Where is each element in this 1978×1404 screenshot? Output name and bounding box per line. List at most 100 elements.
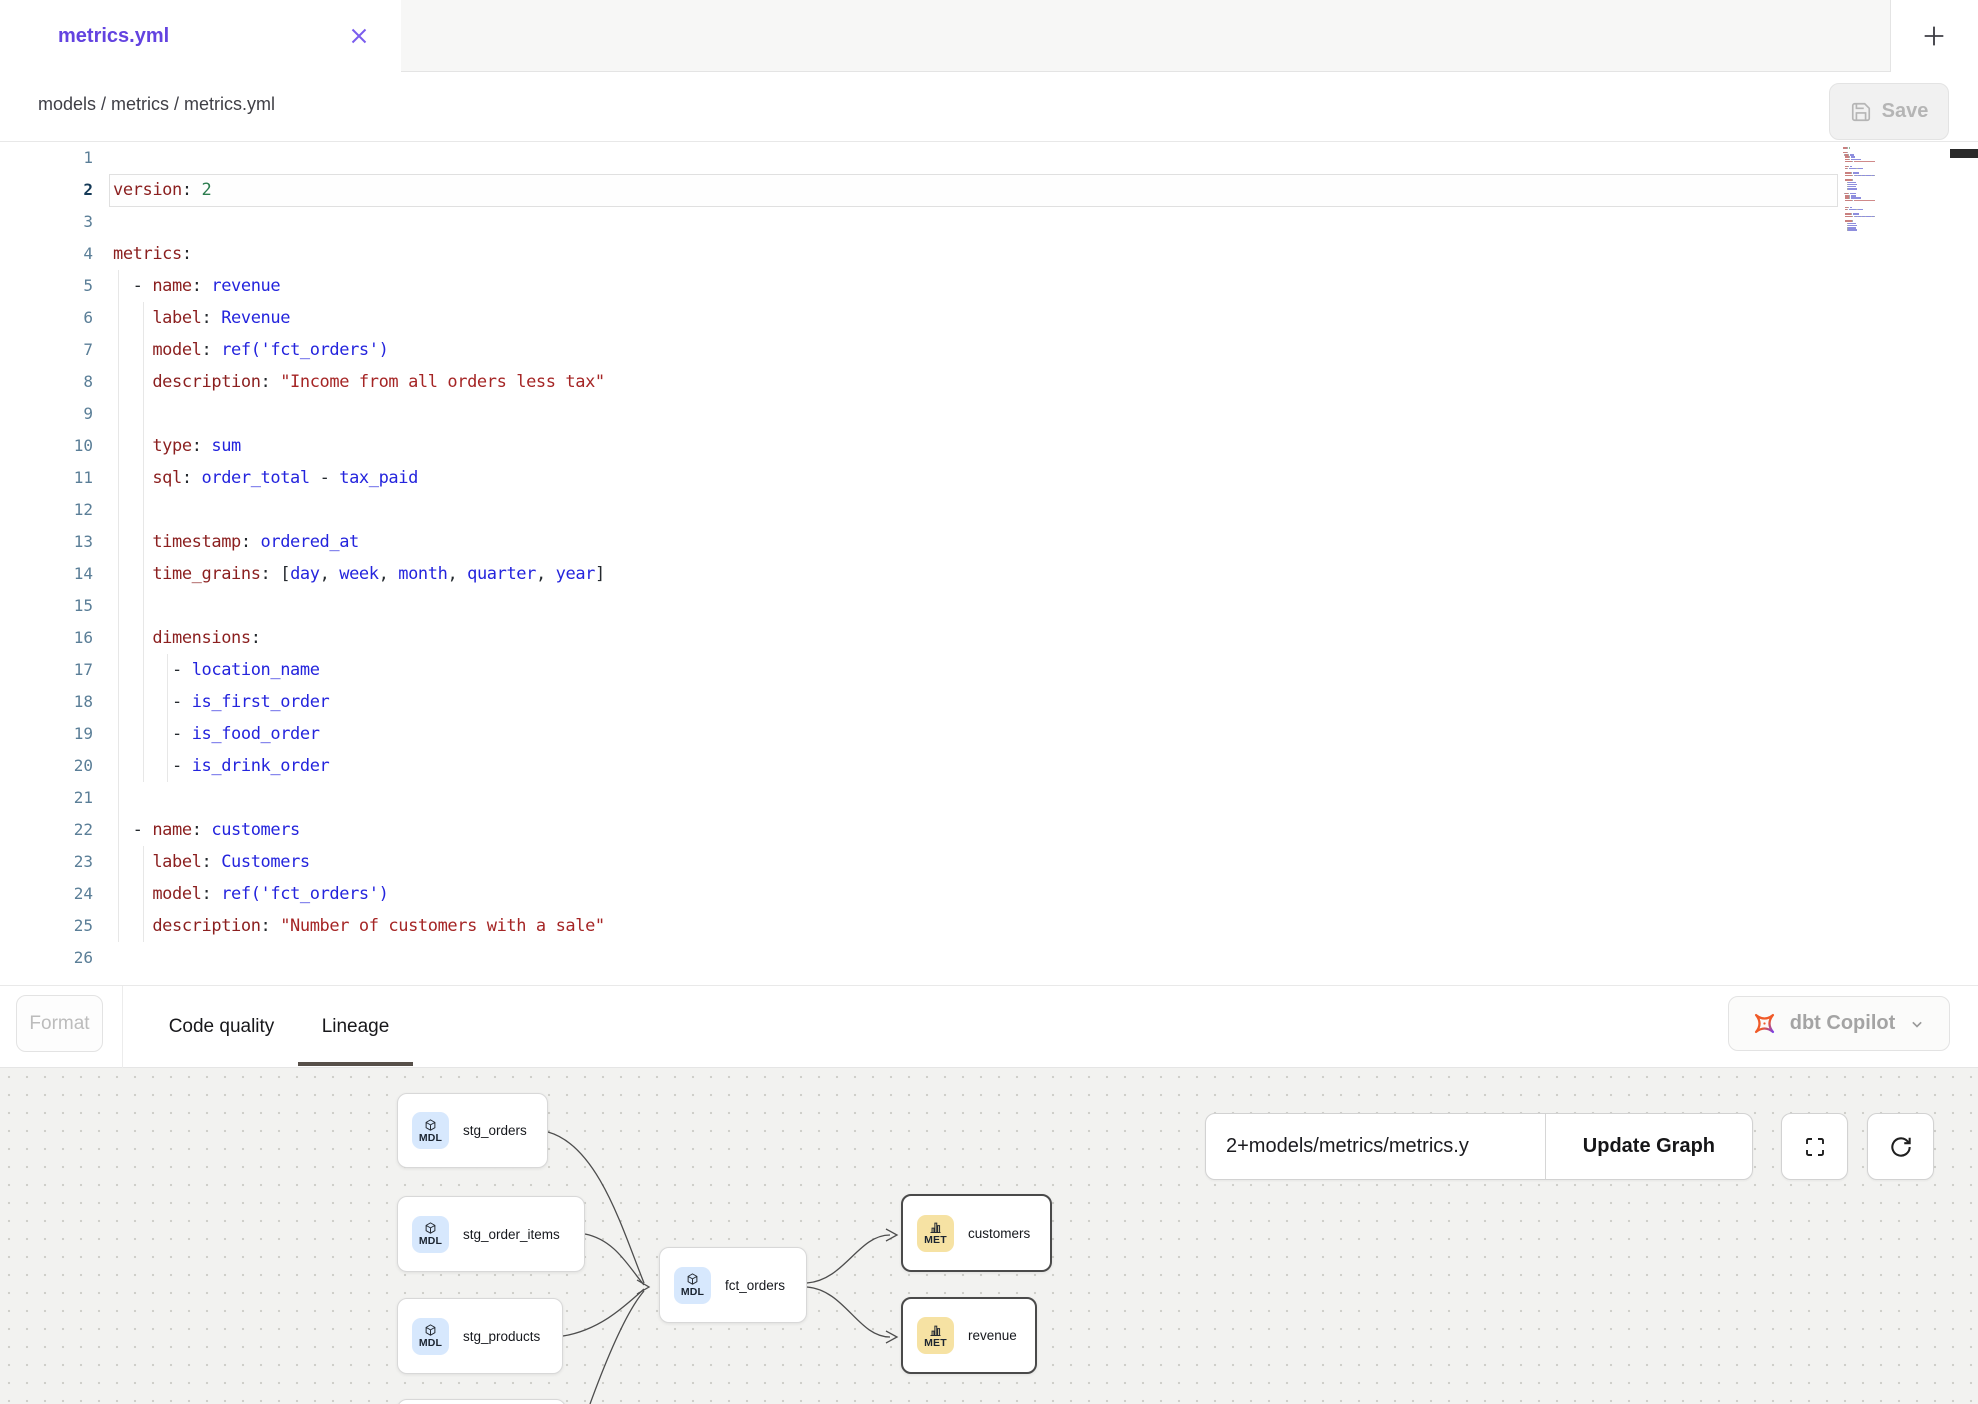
line-number: 25	[0, 910, 93, 942]
code-line[interactable]: 19 - is_food_order	[0, 718, 1978, 750]
tab-lineage[interactable]: Lineage	[298, 986, 413, 1068]
code-line[interactable]: 9	[0, 398, 1978, 430]
code-text: - name: customers	[93, 814, 300, 846]
code-text: time_grains: [day, week, month, quarter,…	[93, 558, 605, 590]
lineage-node-stg_orders[interactable]: MDL stg_orders	[397, 1093, 548, 1168]
line-number: 4	[0, 238, 93, 270]
format-button[interactable]: Format	[16, 995, 103, 1052]
badge-label: MET	[924, 1235, 947, 1246]
line-number: 20	[0, 750, 93, 782]
code-text: timestamp: ordered_at	[93, 526, 359, 558]
bar-chart-icon	[928, 1323, 943, 1338]
dbt-copilot-icon	[1751, 1010, 1778, 1037]
line-number: 5	[0, 270, 93, 302]
node-label: revenue	[968, 1328, 1017, 1343]
badge-label: MDL	[419, 1236, 442, 1247]
line-number: 23	[0, 846, 93, 878]
close-icon[interactable]	[346, 23, 372, 49]
code-text: - name: revenue	[93, 270, 280, 302]
line-number: 10	[0, 430, 93, 462]
code-text: dimensions:	[93, 622, 261, 654]
node-label: fct_orders	[725, 1278, 785, 1293]
bottom-toolbar: Format Code quality Lineage dbt Copilot	[0, 985, 1978, 1068]
lineage-node-customers[interactable]: METcustomers	[901, 1194, 1052, 1272]
badge-label: MDL	[419, 1338, 442, 1349]
line-number: 24	[0, 878, 93, 910]
code-line[interactable]: 8 description: "Income from all orders l…	[0, 366, 1978, 398]
code-line[interactable]: 1	[0, 142, 1978, 174]
code-line[interactable]: 16 dimensions:	[0, 622, 1978, 654]
code-line[interactable]: 3	[0, 206, 1978, 238]
code-text: type: sum	[93, 430, 241, 462]
code-line[interactable]: 24 model: ref('fct_orders')	[0, 878, 1978, 910]
code-line[interactable]: 25 description: "Number of customers wit…	[0, 910, 1978, 942]
code-line[interactable]: 20 - is_drink_order	[0, 750, 1978, 782]
code-line[interactable]: 10 type: sum	[0, 430, 1978, 462]
fullscreen-button[interactable]	[1781, 1113, 1848, 1180]
model-badge: MDL	[412, 1112, 449, 1149]
node-label: stg_products	[463, 1329, 540, 1344]
tab-code-quality[interactable]: Code quality	[145, 986, 298, 1068]
line-number: 3	[0, 206, 93, 238]
code-line[interactable]: 2version: 2	[0, 174, 1978, 206]
code-line[interactable]: 26	[0, 942, 1978, 974]
metric-badge: MET	[917, 1215, 954, 1252]
line-number: 21	[0, 782, 93, 814]
code-line[interactable]: 12	[0, 494, 1978, 526]
code-line[interactable]: 23 label: Customers	[0, 846, 1978, 878]
lineage-edge	[590, 1291, 644, 1404]
code-line[interactable]: 15	[0, 590, 1978, 622]
line-number: 14	[0, 558, 93, 590]
metric-badge: MET	[917, 1317, 954, 1354]
line-number: 17	[0, 654, 93, 686]
bar-chart-icon	[928, 1220, 943, 1235]
code-text	[93, 590, 113, 622]
active-tab-underline	[298, 1062, 413, 1066]
lineage-node-stg_order_items[interactable]: MDLstg_order_items	[397, 1196, 585, 1272]
code-text: sql: order_total - tax_paid	[93, 462, 418, 494]
code-line[interactable]: 7 model: ref('fct_orders')	[0, 334, 1978, 366]
lineage-node-partial_node[interactable]: MDL	[397, 1399, 566, 1404]
line-number: 22	[0, 814, 93, 846]
line-number: 26	[0, 942, 93, 974]
graph-filter-input[interactable]	[1206, 1114, 1545, 1179]
tab-strip	[401, 0, 1891, 72]
graph-controls: Update Graph	[1205, 1113, 1753, 1180]
cube-icon	[685, 1272, 700, 1287]
save-button[interactable]: Save	[1829, 83, 1949, 140]
breadcrumb: models / metrics / metrics.yml	[38, 94, 275, 115]
tab-metrics-yml[interactable]: metrics.yml	[0, 0, 401, 72]
lineage-node-revenue[interactable]: MET revenue	[901, 1297, 1037, 1374]
code-line[interactable]: 11 sql: order_total - tax_paid	[0, 462, 1978, 494]
line-number: 11	[0, 462, 93, 494]
save-label: Save	[1882, 100, 1929, 123]
line-number: 18	[0, 686, 93, 718]
model-badge: MDL	[412, 1216, 449, 1253]
code-line[interactable]: 6 label: Revenue	[0, 302, 1978, 334]
line-number: 2	[0, 174, 93, 206]
code-line[interactable]: 21	[0, 782, 1978, 814]
code-line[interactable]: 14 time_grains: [day, week, month, quart…	[0, 558, 1978, 590]
ide-window: metrics.yml models / metrics / metrics.y…	[0, 0, 1978, 1404]
lineage-edge	[807, 1235, 890, 1283]
code-line[interactable]: 17 - location_name	[0, 654, 1978, 686]
code-text	[93, 398, 113, 430]
code-text	[93, 142, 113, 174]
code-line[interactable]: 18 - is_first_order	[0, 686, 1978, 718]
line-number: 13	[0, 526, 93, 558]
code-line[interactable]: 4metrics:	[0, 238, 1978, 270]
lineage-node-stg_products[interactable]: MDL stg_products	[397, 1298, 563, 1374]
lineage-node-fct_orders[interactable]: MDL fct_orders	[659, 1247, 807, 1323]
model-badge: MDL	[674, 1267, 711, 1304]
code-line[interactable]: 13 timestamp: ordered_at	[0, 526, 1978, 558]
dbt-copilot-button[interactable]: dbt Copilot	[1728, 996, 1950, 1051]
code-line[interactable]: 22 - name: customers	[0, 814, 1978, 846]
code-line[interactable]: 5 - name: revenue	[0, 270, 1978, 302]
lineage-canvas[interactable]: MDLstg_ordersMDLstg_order_itemsMDLstg_pr…	[0, 1068, 1978, 1404]
badge-label: MET	[924, 1338, 947, 1349]
node-label: stg_orders	[463, 1123, 527, 1138]
code-editor[interactable]: 12version: 234metrics:5 - name: revenue6…	[0, 142, 1978, 985]
plus-icon[interactable]	[1920, 22, 1948, 50]
update-graph-button[interactable]: Update Graph	[1545, 1114, 1752, 1179]
refresh-button[interactable]	[1867, 1113, 1934, 1180]
